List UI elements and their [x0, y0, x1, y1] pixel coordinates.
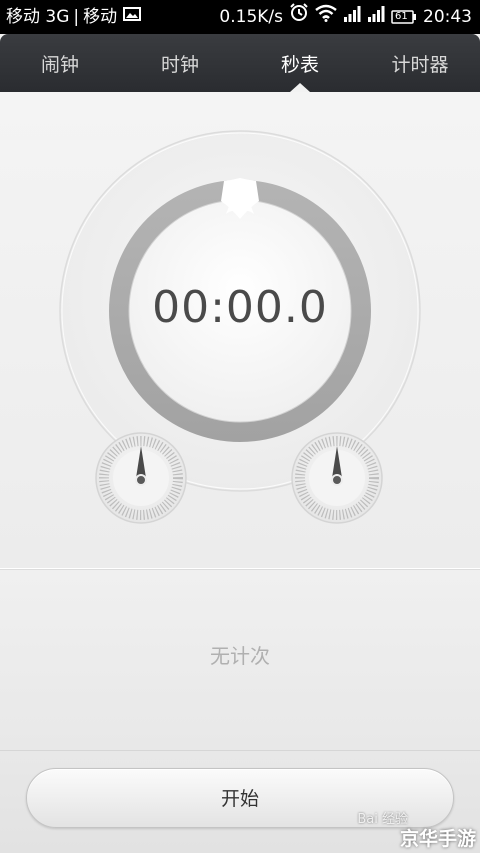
left-sub-dial	[95, 432, 187, 524]
laps-empty-text: 无计次	[210, 644, 270, 668]
watermark-logo: 京华手游	[399, 828, 476, 850]
right-sub-dial	[291, 432, 383, 524]
elapsed-time-display: 00:00.0	[152, 282, 328, 333]
stopwatch-app: 移动 3G | 移动 0.15K/s 61 20:43 闹钟 时钟 秒表 计时器…	[0, 0, 480, 853]
